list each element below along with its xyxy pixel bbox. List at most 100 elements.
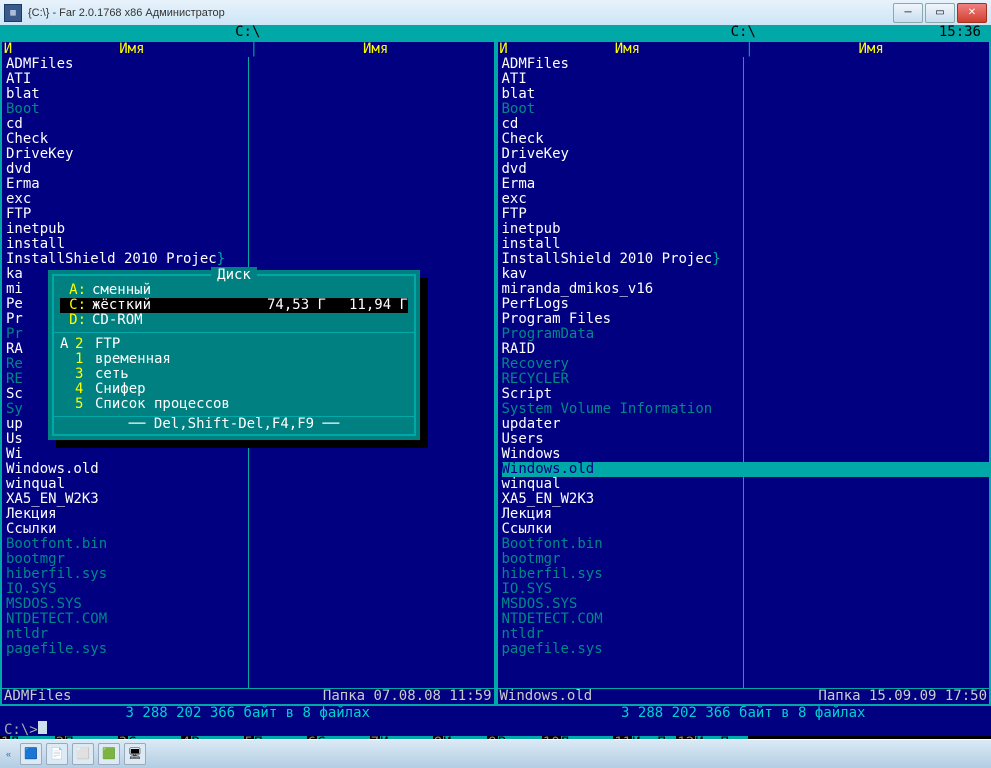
right-footer: Windows.old Папка 15.09.09 17:50 bbox=[498, 688, 990, 704]
left-summary: 3 288 202 366 байт в 8 файлах bbox=[0, 706, 496, 721]
file-item[interactable]: InstallShield 2010 Projec} bbox=[502, 252, 990, 267]
file-item[interactable]: Script bbox=[502, 387, 990, 402]
file-item[interactable]: pagefile.sys bbox=[6, 642, 494, 657]
file-item[interactable]: exc bbox=[6, 192, 494, 207]
right-panel[interactable]: И Имя │ Имя ADMFilesATIblatBootcdCheckDr… bbox=[496, 40, 991, 706]
file-item[interactable]: dvd bbox=[502, 162, 990, 177]
command-line[interactable]: C:\> bbox=[0, 721, 991, 736]
file-item[interactable]: Bootfont.bin bbox=[502, 537, 990, 552]
file-item[interactable]: pagefile.sys bbox=[502, 642, 990, 657]
file-item[interactable]: Windows bbox=[502, 447, 990, 462]
right-summary: 3 288 202 366 байт в 8 файлах bbox=[496, 706, 991, 721]
file-item[interactable]: System Volume Information bbox=[502, 402, 990, 417]
file-item[interactable]: Windows.old bbox=[502, 462, 990, 477]
file-item[interactable]: Program Files bbox=[502, 312, 990, 327]
file-item[interactable]: RAID bbox=[502, 342, 990, 357]
file-item[interactable]: Erma bbox=[502, 177, 990, 192]
drive-item[interactable]: D:CD-ROM bbox=[60, 313, 408, 328]
minimize-button[interactable]: ─ bbox=[893, 3, 923, 23]
file-item[interactable]: ProgramData bbox=[502, 327, 990, 342]
file-item[interactable]: MSDOS.SYS bbox=[502, 597, 990, 612]
file-item[interactable]: ATI bbox=[6, 72, 494, 87]
taskbar-item[interactable]: 📄 bbox=[46, 743, 68, 765]
file-item[interactable]: NTDETECT.COM bbox=[6, 612, 494, 627]
file-item[interactable]: Erma bbox=[6, 177, 494, 192]
app-icon: ▦ bbox=[4, 4, 22, 22]
drive-extra-item[interactable]: 1временная bbox=[60, 352, 408, 367]
titlebar[interactable]: ▦ {C:\} - Far 2.0.1768 x86 Администратор… bbox=[0, 0, 991, 26]
file-item[interactable]: hiberfil.sys bbox=[6, 567, 494, 582]
file-item[interactable]: DriveKey bbox=[6, 147, 494, 162]
file-item[interactable]: Check bbox=[6, 132, 494, 147]
clock: 15:36 bbox=[937, 25, 983, 40]
file-item[interactable]: install bbox=[502, 237, 990, 252]
drive-extra-item[interactable]: 5Список процессов bbox=[60, 397, 408, 412]
file-item[interactable]: Windows.old bbox=[6, 462, 494, 477]
file-item[interactable]: Users bbox=[502, 432, 990, 447]
file-item[interactable]: PerfLogs bbox=[502, 297, 990, 312]
right-file-list[interactable]: ADMFilesATIblatBootcdCheckDriveKeydvdErm… bbox=[498, 57, 990, 688]
file-item[interactable]: Check bbox=[502, 132, 990, 147]
file-item[interactable]: inetpub bbox=[502, 222, 990, 237]
file-item[interactable]: ntldr bbox=[6, 627, 494, 642]
file-item[interactable]: updater bbox=[502, 417, 990, 432]
file-item[interactable]: kav bbox=[502, 267, 990, 282]
taskbar-item[interactable]: 🟩 bbox=[98, 743, 120, 765]
file-item[interactable]: ntldr bbox=[502, 627, 990, 642]
file-item[interactable]: FTP bbox=[502, 207, 990, 222]
file-item[interactable]: IO.SYS bbox=[502, 582, 990, 597]
file-item[interactable]: blat bbox=[502, 87, 990, 102]
file-item[interactable]: bootmgr bbox=[6, 552, 494, 567]
right-path[interactable]: C:\ bbox=[496, 25, 991, 40]
file-item[interactable]: Boot bbox=[6, 102, 494, 117]
taskbar-chevron-icon[interactable]: « bbox=[6, 747, 16, 761]
right-headers: И Имя │ Имя bbox=[498, 42, 990, 57]
file-item[interactable]: inetpub bbox=[6, 222, 494, 237]
file-item[interactable]: InstallShield 2010 Projec} bbox=[6, 252, 494, 267]
drive-item[interactable]: A:сменный bbox=[60, 283, 408, 298]
file-item[interactable]: Recovery bbox=[502, 357, 990, 372]
file-item[interactable]: cd bbox=[502, 117, 990, 132]
file-item[interactable]: RECYCLER bbox=[502, 372, 990, 387]
file-item[interactable]: cd bbox=[6, 117, 494, 132]
taskbar[interactable]: « 🟦 📄 ⬜ 🟩 🖥 bbox=[0, 739, 991, 768]
file-item[interactable]: IO.SYS bbox=[6, 582, 494, 597]
file-item[interactable]: install bbox=[6, 237, 494, 252]
file-item[interactable]: Лекция bbox=[6, 507, 494, 522]
taskbar-item[interactable]: ⬜ bbox=[72, 743, 94, 765]
file-item[interactable]: dvd bbox=[6, 162, 494, 177]
file-item[interactable]: miranda_dmikos_v16 bbox=[502, 282, 990, 297]
left-path[interactable]: C:\ bbox=[0, 25, 496, 40]
file-item[interactable]: winqual bbox=[6, 477, 494, 492]
file-item[interactable]: XA5_EN_W2K3 bbox=[502, 492, 990, 507]
file-item[interactable]: XA5_EN_W2K3 bbox=[6, 492, 494, 507]
drive-item[interactable]: C:жёсткий74,53 Г11,94 Г bbox=[60, 298, 408, 313]
file-item[interactable]: FTP bbox=[6, 207, 494, 222]
file-item[interactable]: ADMFiles bbox=[502, 57, 990, 72]
file-item[interactable]: winqual bbox=[502, 477, 990, 492]
drive-dialog[interactable]: Диск A:сменныйC:жёсткий74,53 Г11,94 ГD:C… bbox=[48, 270, 420, 440]
drive-extra-item[interactable]: A2FTP bbox=[60, 337, 408, 352]
taskbar-item[interactable]: 🟦 bbox=[20, 743, 42, 765]
drive-extra-item[interactable]: 3сеть bbox=[60, 367, 408, 382]
file-item[interactable]: Лекция bbox=[502, 507, 990, 522]
file-item[interactable]: ATI bbox=[502, 72, 990, 87]
file-item[interactable]: bootmgr bbox=[502, 552, 990, 567]
file-item[interactable]: exc bbox=[502, 192, 990, 207]
file-item[interactable]: blat bbox=[6, 87, 494, 102]
file-item[interactable]: Bootfont.bin bbox=[6, 537, 494, 552]
file-item[interactable]: MSDOS.SYS bbox=[6, 597, 494, 612]
file-item[interactable]: Wi bbox=[6, 447, 494, 462]
dialog-hint: ── Del,Shift-Del,F4,F9 ── bbox=[54, 416, 414, 432]
close-button[interactable]: ✕ bbox=[957, 3, 987, 23]
file-item[interactable]: Boot bbox=[502, 102, 990, 117]
maximize-button[interactable]: ▭ bbox=[925, 3, 955, 23]
file-item[interactable]: Ссылки bbox=[6, 522, 494, 537]
taskbar-item[interactable]: 🖥 bbox=[124, 743, 146, 765]
file-item[interactable]: DriveKey bbox=[502, 147, 990, 162]
file-item[interactable]: ADMFiles bbox=[6, 57, 494, 72]
file-item[interactable]: hiberfil.sys bbox=[502, 567, 990, 582]
drive-extra-item[interactable]: 4Снифер bbox=[60, 382, 408, 397]
file-item[interactable]: NTDETECT.COM bbox=[502, 612, 990, 627]
file-item[interactable]: Ссылки bbox=[502, 522, 990, 537]
